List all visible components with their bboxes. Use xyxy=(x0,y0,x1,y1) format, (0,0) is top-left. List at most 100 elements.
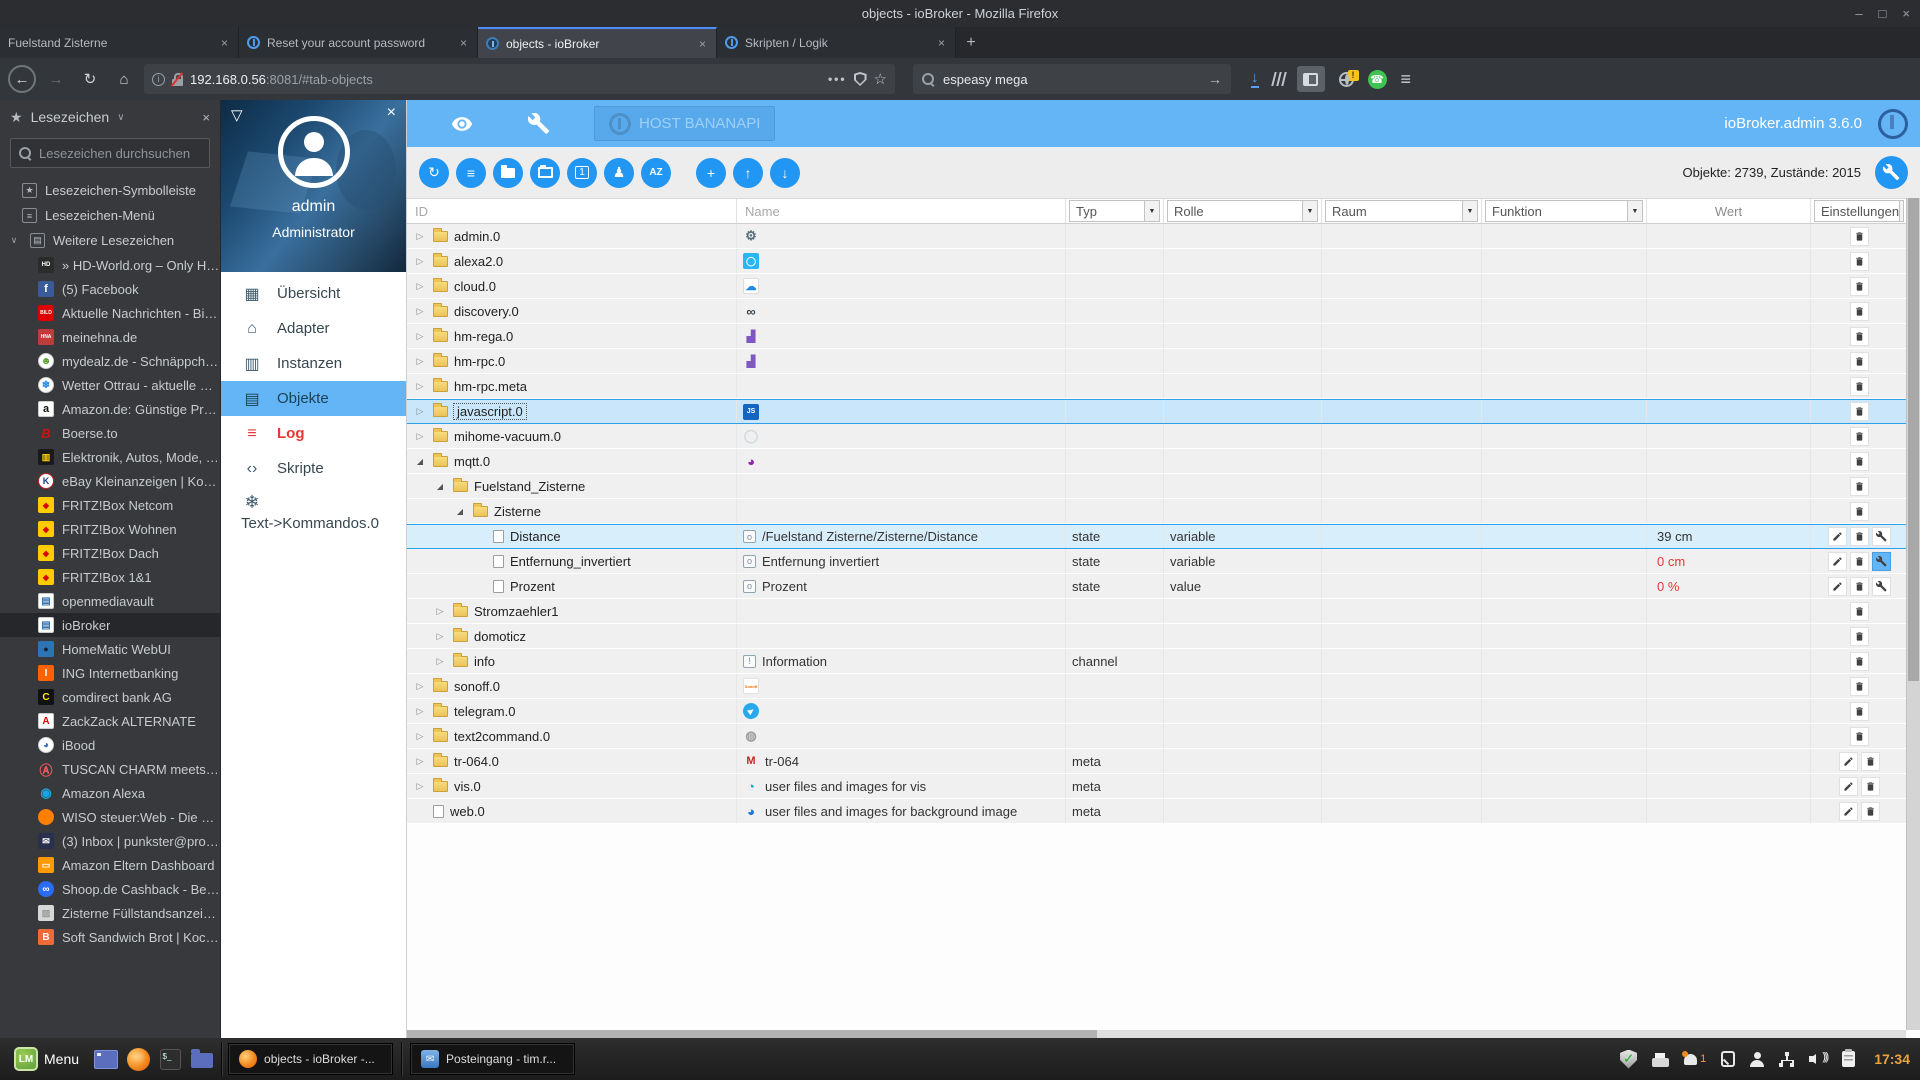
id-cell[interactable]: ▷ hm-rpc.0 xyxy=(407,349,737,373)
bookmark-item[interactable]: KeBay Kleinanzeigen | Kost... xyxy=(0,469,220,493)
id-cell[interactable]: ▷ telegram.0 xyxy=(407,699,737,723)
search-bar[interactable]: espeasy mega → xyxy=(913,64,1231,94)
bookmark-item[interactable]: I ING Internetbanking xyxy=(0,661,220,685)
id-cell[interactable]: ◢ mqtt.0 xyxy=(407,449,737,473)
tab-close-icon[interactable]: × xyxy=(219,36,230,50)
network-icon[interactable] xyxy=(1779,1051,1794,1067)
id-cell[interactable]: ▷ cloud.0 xyxy=(407,274,737,298)
bookmark-item[interactable]: A ZackZack ALTERNATE xyxy=(0,709,220,733)
table-row[interactable]: ▷ Stromzaehler1 xyxy=(407,599,1906,624)
column-filter-einstellungen[interactable]: Einstellungen▼ xyxy=(1814,200,1904,222)
name-cell[interactable]: Sonoff xyxy=(737,674,1066,698)
mint-menu-button[interactable]: LM Menu xyxy=(6,1042,87,1076)
expand-toggle-icon[interactable]: ▷ xyxy=(413,331,427,342)
id-cell[interactable]: ▷ hm-rpc.meta xyxy=(407,374,737,398)
table-row[interactable]: ▷ telegram.0 ▶ xyxy=(407,699,1906,724)
access-rights-button[interactable]: ♟ xyxy=(604,157,634,188)
name-cell[interactable]: o Entfernung invertiert xyxy=(737,549,1066,573)
config-button[interactable] xyxy=(1872,527,1891,546)
download-button[interactable]: ↓ xyxy=(770,157,800,188)
delete-button[interactable] xyxy=(1850,501,1869,521)
table-row[interactable]: ▷ cloud.0 ☁ xyxy=(407,274,1906,299)
collapse-toggle-icon[interactable]: ◢ xyxy=(453,507,467,516)
name-cell[interactable]: ◕ xyxy=(737,449,1066,473)
notifications-icon[interactable]: 1 xyxy=(1682,1050,1706,1065)
id-cell[interactable]: ▷ admin.0 xyxy=(407,224,737,248)
tablet-icon[interactable] xyxy=(1721,1051,1736,1067)
firefox-launcher-icon[interactable] xyxy=(125,1046,151,1072)
name-cell[interactable]: ∞ xyxy=(737,299,1066,323)
table-row[interactable]: Prozent o Prozent state value 0 % xyxy=(407,574,1906,599)
sidebar-item-skripte[interactable]: ‹› Skripte xyxy=(221,451,406,486)
delete-button[interactable] xyxy=(1850,226,1869,246)
name-cell[interactable]: ◔ user files and images for vis xyxy=(737,774,1066,798)
sidebar-item-adapter[interactable]: ⌂ Adapter xyxy=(221,311,406,346)
column-filter-funktion[interactable]: Funktion ▼ xyxy=(1485,200,1643,222)
scrollbar-thumb[interactable] xyxy=(407,1030,1097,1038)
delete-button[interactable] xyxy=(1850,326,1869,346)
delete-button[interactable] xyxy=(1850,701,1869,721)
id-cell[interactable]: ◢ Zisterne xyxy=(407,499,737,523)
edit-button[interactable] xyxy=(1828,527,1847,546)
name-cell[interactable]: ⚙ xyxy=(737,224,1066,248)
delete-button[interactable] xyxy=(1850,251,1869,271)
id-cell[interactable]: Distance xyxy=(407,525,737,548)
delete-button[interactable] xyxy=(1850,527,1869,546)
id-cell[interactable]: ▷ sonoff.0 xyxy=(407,674,737,698)
bookmark-item[interactable]: f (5) Facebook xyxy=(0,277,220,301)
maximize-button[interactable]: □ xyxy=(1879,6,1887,21)
column-header-id[interactable]: ID xyxy=(407,199,737,223)
table-row[interactable]: ▷ discovery.0 ∞ xyxy=(407,299,1906,324)
id-cell[interactable]: web.0 xyxy=(407,799,737,823)
name-cell[interactable]: JS xyxy=(737,400,1066,423)
upload-button[interactable]: ↑ xyxy=(733,157,763,188)
bookmark-item[interactable]: ◆ FRITZ!Box Wohnen xyxy=(0,517,220,541)
delete-button[interactable] xyxy=(1850,426,1869,446)
delete-button[interactable] xyxy=(1850,626,1869,646)
name-cell[interactable] xyxy=(737,374,1066,398)
reload-button[interactable]: ↻ xyxy=(76,65,104,93)
sidebar-toggle-icon[interactable] xyxy=(1296,66,1325,92)
expand-toggle-icon[interactable]: ▷ xyxy=(413,381,427,392)
delete-button[interactable] xyxy=(1850,402,1869,421)
add-object-button[interactable]: + xyxy=(696,157,726,188)
column-header-einstellungen[interactable]: Einstellungen▼ xyxy=(1811,199,1906,223)
table-row[interactable]: ▷ javascript.0 JS xyxy=(407,399,1906,424)
id-cell[interactable]: Entfernung_invertiert xyxy=(407,549,737,573)
delete-button[interactable] xyxy=(1850,676,1869,696)
table-row[interactable]: ▷ domoticz xyxy=(407,624,1906,649)
bookmark-item[interactable]: ▭ Amazon Eltern Dashboard xyxy=(0,853,220,877)
close-button[interactable]: × xyxy=(1902,6,1910,21)
id-cell[interactable]: ▷ vis.0 xyxy=(407,774,737,798)
sort-az-button[interactable]: AZ xyxy=(641,157,671,188)
name-cell[interactable]: o/Fuelstand Zisterne/Zisterne/Distance xyxy=(737,525,1066,548)
bookmark-item[interactable]: BILD Aktuelle Nachrichten - Bild... xyxy=(0,301,220,325)
url-bar[interactable]: i 192.168.0.56:8081/#tab-objects ••• ☆ xyxy=(144,64,895,94)
bookmark-item[interactable]: ● HomeMatic WebUI xyxy=(0,637,220,661)
expand-toggle-icon[interactable]: ▷ xyxy=(413,756,427,767)
files-launcher-icon[interactable] xyxy=(189,1046,215,1072)
expand-level-1-button[interactable]: 1 xyxy=(567,157,597,188)
eye-icon[interactable] xyxy=(451,113,473,135)
expand-toggle-icon[interactable]: ▷ xyxy=(413,256,427,267)
settings-fab-button[interactable] xyxy=(1875,156,1908,189)
column-header-rolle[interactable]: Rolle ▼ xyxy=(1164,199,1322,223)
delete-button[interactable] xyxy=(1861,776,1880,796)
horizontal-scrollbar[interactable] xyxy=(407,1030,1906,1038)
id-cell[interactable]: ▷ Stromzaehler1 xyxy=(407,599,737,623)
taskbar-window-1[interactable]: objects - ioBroker -... xyxy=(228,1043,394,1075)
tab-close-icon[interactable]: × xyxy=(458,36,469,50)
delete-button[interactable] xyxy=(1850,651,1869,671)
bookmark-item[interactable]: HD » HD-World.org – Only Hig... xyxy=(0,253,220,277)
name-cell[interactable]: ▶ xyxy=(737,699,1066,723)
page-actions-icon[interactable]: ••• xyxy=(828,72,847,86)
name-cell[interactable]: ◕ user files and images for background im… xyxy=(737,799,1066,823)
edit-button[interactable] xyxy=(1828,551,1847,571)
expand-toggle-icon[interactable]: ▷ xyxy=(413,281,427,292)
collapse-all-button[interactable] xyxy=(493,157,523,188)
vertical-scrollbar[interactable] xyxy=(1906,198,1920,1030)
chevron-expanded-icon[interactable]: ∨ xyxy=(6,235,22,246)
hamburger-menu-icon[interactable]: ≡ xyxy=(1401,69,1412,90)
table-row[interactable]: ▷ sonoff.0 Sonoff xyxy=(407,674,1906,699)
dropdown-arrow-icon[interactable]: ▼ xyxy=(1462,201,1477,221)
